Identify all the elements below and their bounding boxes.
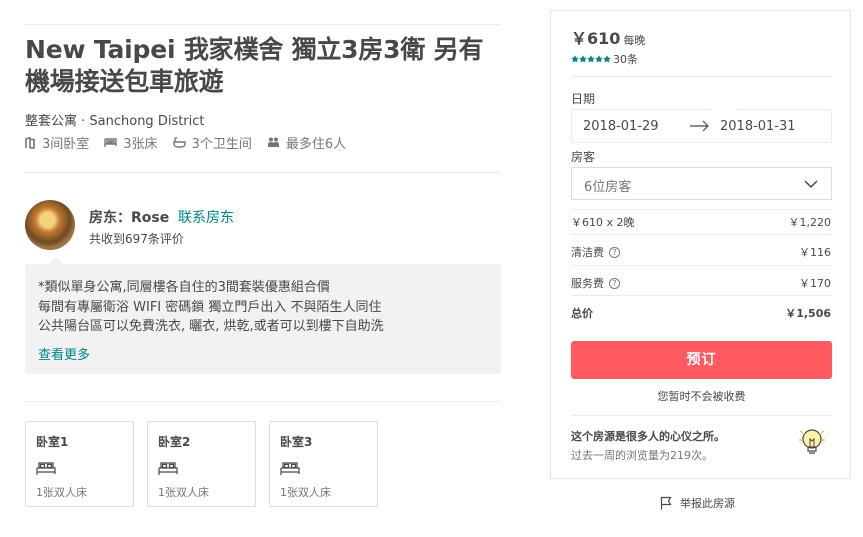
star-icon [595, 55, 603, 63]
total-row: 总价 ￥1,506 [571, 305, 831, 321]
guests-info: 最多住6人 [267, 133, 346, 152]
bedroom-card: 卧室1 1张双人床 [25, 421, 134, 507]
bathrooms-label: 3个卫生间 [191, 137, 252, 152]
price-value: ￥610 [571, 29, 621, 48]
double-bed-icon [36, 462, 56, 475]
service-fee-row: 服务费? ￥170 [571, 275, 831, 291]
star-icon [603, 55, 611, 63]
divider [571, 295, 831, 296]
star-icon [579, 55, 587, 63]
bedroom-bed: 1张双人床 [36, 486, 87, 499]
divider [25, 24, 501, 25]
check-out-date[interactable]: 2018-01-31 [720, 119, 796, 134]
cleaning-fee-row: 清洁费? ￥116 [571, 244, 831, 260]
bedrooms-info: 3间卧室 [25, 133, 89, 152]
listing-title: New Taipei 我家樸舍 獨立3房3衛 另有機場接送包車旅遊 [25, 35, 484, 96]
guests-label: 房客 [571, 150, 596, 164]
host-avatar[interactable] [25, 200, 75, 250]
date-picker-notch [711, 109, 737, 111]
total-label: 总价 [571, 307, 593, 320]
door-icon [25, 136, 35, 149]
nightly-price: ￥610 每晚 [571, 25, 645, 49]
cleaning-fee-amount: ￥116 [799, 246, 831, 259]
popular-subtitle: 过去一周的浏览量为219次。 [571, 449, 713, 462]
description-line: 每間有專屬衛浴 WIFI 密碼鎖 獨立門戶出入 不與陌生人同住 [38, 300, 382, 315]
check-in-date[interactable]: 2018-01-29 [583, 119, 659, 134]
chevron-down-icon [804, 180, 818, 189]
contact-host-link[interactable]: 联系房东 [178, 207, 234, 227]
rating[interactable]: 30条 [571, 51, 638, 67]
listing-summary: 3间卧室 3张床 3个卫生间 最多住6人 [25, 133, 361, 152]
total-amount: ￥1,506 [785, 307, 831, 320]
beds-label: 3张床 [123, 137, 158, 152]
bathrooms-info: 3个卫生间 [172, 133, 252, 152]
flag-icon [660, 496, 672, 510]
description-line: *類似單身公寓,同層樓各自住的3間套裝優惠組合價 [38, 280, 330, 295]
bathtub-icon [172, 137, 186, 148]
divider [571, 415, 831, 416]
report-listing-link[interactable]: 举报此房源 [660, 495, 735, 511]
guests-select-value: 6位房客 [584, 180, 632, 195]
bedroom-card: 卧室3 1张双人床 [269, 421, 378, 507]
popular-title: 这个房源是很多人的心仪之所。 [571, 430, 725, 443]
read-more-link[interactable]: 查看更多 [38, 344, 90, 363]
bedroom-bed: 1张双人床 [158, 486, 209, 499]
bedroom-bed: 1张双人床 [280, 486, 331, 499]
beds-info: 3张床 [104, 133, 158, 152]
guests-label: 最多住6人 [285, 137, 347, 152]
guests-icon [267, 137, 279, 147]
bedroom-card: 卧室2 1张双人床 [147, 421, 256, 507]
double-bed-icon [280, 462, 300, 475]
dates-label: 日期 [571, 92, 596, 106]
date-range-picker: 2018-01-29 2018-01-31 [571, 109, 832, 143]
guests-select[interactable]: 6位房客 [571, 167, 832, 200]
bed-icon [104, 138, 117, 147]
listing-subtitle: 整套公寓 · Sanchong District [25, 114, 205, 129]
bedroom-name: 卧室1 [36, 435, 69, 449]
description-line: 公共陽台區可以免費洗衣, 曬衣, 烘乾,或者可以到樓下自助洗 [38, 319, 384, 334]
report-label: 举报此房源 [680, 497, 735, 510]
service-fee-label: 服务费 [571, 277, 604, 290]
bedrooms-label: 3间卧室 [42, 137, 90, 152]
bedroom-name: 卧室2 [158, 435, 191, 449]
divider [571, 76, 831, 77]
nights-label: ￥610 x 2晚 [571, 216, 635, 229]
host-name: 房东：Rose [89, 210, 170, 226]
nights-amount: ￥1,220 [788, 216, 832, 229]
star-icon [571, 55, 579, 63]
no-charge-note: 您暂时不会被收费 [657, 390, 746, 403]
lightbulb-icon [799, 429, 825, 454]
divider [571, 265, 831, 266]
help-icon[interactable]: ? [609, 277, 620, 289]
cleaning-fee-label: 清洁费 [571, 246, 604, 259]
description-box: *類似單身公寓,同層樓各自住的3間套裝優惠組合價 每間有專屬衛浴 WIFI 密碼… [25, 257, 501, 374]
help-icon[interactable]: ? [609, 246, 620, 258]
divider [571, 234, 831, 235]
bedroom-name: 卧室3 [280, 435, 313, 449]
arrow-right-icon [690, 120, 709, 132]
service-fee-amount: ￥170 [799, 277, 831, 290]
book-button[interactable]: 预订 [571, 341, 832, 379]
nights-row: ￥610 x 2晚 ￥1,220 [571, 214, 831, 230]
review-count: 30条 [613, 53, 638, 66]
per-night-label: 每晚 [623, 34, 646, 47]
host-review-count: 共收到697条评价 [89, 232, 184, 246]
divider [25, 401, 501, 402]
double-bed-icon [158, 462, 178, 475]
divider [571, 209, 831, 210]
divider [25, 172, 501, 173]
host-section: 房东：Rose 联系房东 共收到697条评价 [25, 200, 501, 252]
star-icon [587, 55, 595, 63]
booking-widget: ￥610 每晚 30条 日期 2018-01-29 2018-01-31 房客 6… [550, 10, 851, 479]
star-rating [571, 55, 611, 63]
